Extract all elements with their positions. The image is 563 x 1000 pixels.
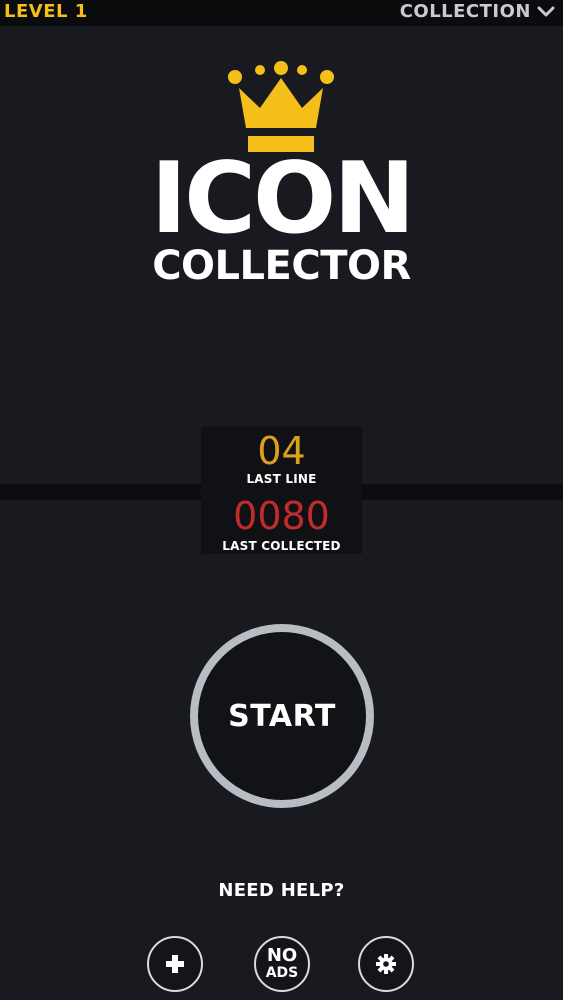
last-line-value: 04 (257, 429, 306, 473)
start-button[interactable]: START (190, 624, 374, 808)
logo-title-icon: ICON (150, 142, 416, 256)
gear-icon (376, 954, 396, 974)
top-bar: LEVEL 1 COLLECTION (0, 0, 563, 26)
logo-title-collector: COLLECTOR (152, 243, 411, 289)
no-ads-line2: ADS (265, 965, 299, 982)
crown-icon (228, 61, 334, 152)
add-button[interactable] (147, 936, 203, 992)
plus-icon (166, 955, 184, 973)
start-label: START (228, 698, 336, 734)
need-help-link[interactable]: NEED HELP? (0, 880, 563, 901)
last-line-label: LAST LINE (246, 472, 317, 486)
last-collected-value: 0080 (233, 494, 330, 538)
collection-dropdown[interactable]: COLLECTION (400, 1, 555, 22)
settings-button[interactable] (358, 936, 414, 992)
no-ads-line1: NO (266, 945, 298, 967)
no-ads-button[interactable]: NO ADS (254, 936, 310, 992)
game-screen: LEVEL 1 COLLECTION ICON COLLECTOR 04 LAS… (0, 0, 563, 1000)
collection-label: COLLECTION (399, 1, 531, 22)
chevron-down-icon (537, 6, 555, 16)
last-collected-label: LAST COLLECTED (222, 539, 341, 553)
level-label: LEVEL 1 (4, 1, 88, 22)
